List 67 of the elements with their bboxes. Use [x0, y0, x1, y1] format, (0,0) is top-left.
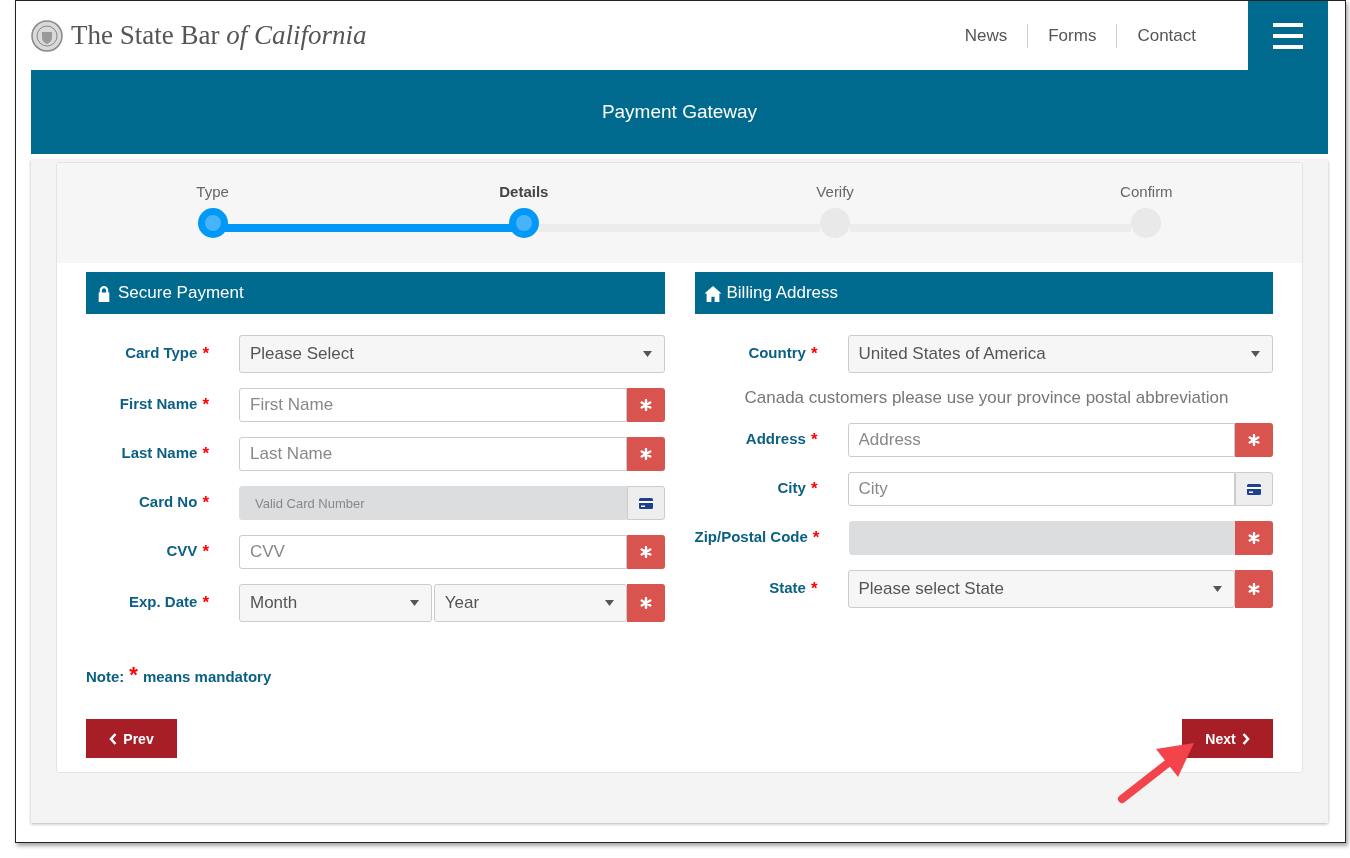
field-label: Card Type	[125, 344, 198, 363]
required-mark: *	[202, 593, 209, 613]
required-mark: *	[202, 395, 209, 415]
chevron-right-icon	[1241, 732, 1250, 745]
input-field[interactable]: Last Name	[239, 437, 627, 471]
chevron-left-icon	[109, 732, 118, 745]
mandatory-note: Note: * means mandatory	[86, 662, 273, 688]
prev-button[interactable]: Prev	[86, 719, 177, 758]
select-field[interactable]: Month	[239, 584, 432, 622]
input-field[interactable]: City	[847, 472, 1235, 506]
step-label[interactable]: Type	[196, 183, 229, 200]
seal-icon	[31, 19, 63, 52]
required-mark: *	[810, 430, 818, 450]
caret-icon	[642, 351, 652, 357]
asterisk-icon	[639, 546, 652, 558]
caret-icon	[1213, 586, 1222, 592]
required-mark: *	[202, 344, 209, 364]
required-mark: *	[810, 479, 818, 499]
caret-icon	[1251, 351, 1260, 357]
field-label: Address	[745, 430, 806, 449]
step-label[interactable]: Confirm	[1120, 183, 1173, 200]
field-label: City	[777, 479, 806, 498]
section-title: Secure Payment	[118, 283, 244, 303]
required-mark: *	[202, 542, 209, 562]
asterisk-icon	[639, 448, 652, 460]
input-field[interactable]: Address	[847, 423, 1235, 457]
field-label: CVV	[166, 542, 198, 561]
field-label: Zip/Postal Code	[694, 528, 808, 547]
next-button[interactable]: Next	[1182, 719, 1273, 758]
nav-link[interactable]: News	[944, 25, 1028, 46]
step-label[interactable]: Details	[499, 183, 549, 200]
logo-text: The State Bar of California	[71, 20, 367, 51]
nav-link[interactable]: Contact	[1117, 25, 1216, 46]
field-label: Country	[748, 344, 806, 363]
page-title: Payment Gateway	[601, 101, 758, 123]
asterisk-icon	[639, 597, 652, 609]
required-mark: *	[202, 493, 209, 513]
asterisk-icon	[1248, 532, 1260, 544]
asterisk-icon	[1248, 583, 1260, 595]
select-field[interactable]: Please select State	[847, 570, 1235, 608]
help-text: Canada customers please use your province postal abbreviation	[744, 388, 1229, 408]
select-field[interactable]: Year	[433, 584, 627, 622]
select-field[interactable]: United States of America	[847, 335, 1273, 373]
field-label: State	[769, 579, 806, 598]
asterisk-icon	[639, 399, 652, 411]
menu-button[interactable]	[1248, 1, 1328, 70]
asterisk-icon	[1248, 434, 1260, 446]
required-mark: *	[810, 344, 818, 364]
credit-card-icon	[1247, 483, 1261, 495]
credit-card-icon	[638, 497, 653, 509]
select-field[interactable]: Please Select	[239, 335, 665, 373]
field-label: Exp. Date	[129, 593, 198, 612]
field-label: First Name	[119, 395, 198, 414]
house-icon	[703, 284, 722, 302]
required-mark: *	[810, 579, 818, 599]
field-label: Last Name	[121, 444, 198, 463]
menu-icon	[1273, 22, 1303, 49]
input-field[interactable]: CVV	[239, 535, 627, 569]
required-mark: *	[812, 528, 820, 548]
step-label[interactable]: Verify	[816, 183, 854, 200]
input-field[interactable]: First Name	[239, 388, 627, 422]
section-title: Billing Address	[726, 283, 838, 303]
caret-icon	[409, 600, 419, 606]
nav-link[interactable]: Forms	[1028, 25, 1117, 46]
caret-icon	[604, 600, 614, 606]
required-mark: *	[202, 444, 209, 464]
field-label: Card No	[139, 493, 198, 512]
